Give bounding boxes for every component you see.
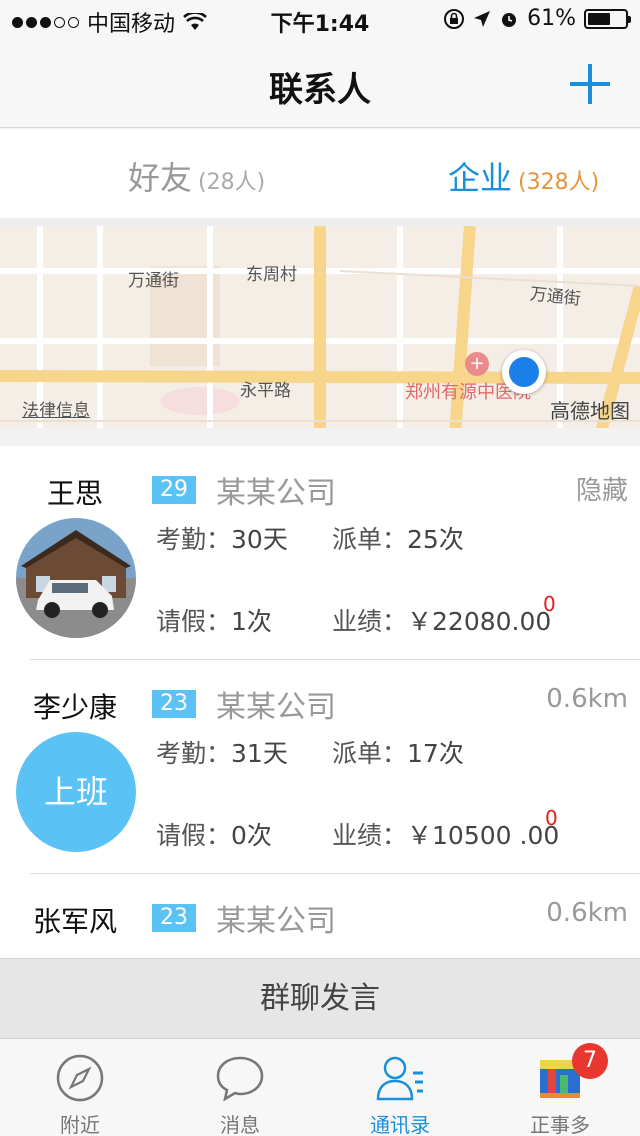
company-name: 某某公司	[216, 476, 336, 511]
performance-label: 业绩：	[332, 607, 408, 636]
performance-label: 业绩：	[332, 821, 408, 850]
attendance-label: 考勤：	[156, 739, 232, 768]
leave-value: 1次	[231, 607, 272, 636]
tab-friends[interactable]: 好友 (28人)	[128, 153, 265, 199]
age-badge: 23	[152, 690, 196, 718]
add-contact-button[interactable]	[570, 64, 610, 104]
map-roads	[0, 226, 640, 428]
leave-stat: 请假：1次	[156, 602, 272, 638]
tab-messages[interactable]: 消息	[160, 1039, 320, 1136]
unread-count: 0	[543, 592, 556, 616]
map-view[interactable]: 万通街 东周村 万通街 永平路 法律信息 + 郑州有源中医院 高德地图	[0, 218, 640, 428]
tab-nearby-label: 附近	[60, 1113, 100, 1136]
page-title: 联系人	[269, 70, 371, 110]
battery-level	[588, 12, 610, 25]
tab-contacts[interactable]: 通讯录	[320, 1039, 480, 1136]
tab-company-label: 企业	[448, 159, 513, 197]
tab-contacts-label: 通讯录	[370, 1113, 430, 1136]
attendance-stat: 考勤：30天	[156, 520, 288, 556]
rotation-lock-icon	[444, 8, 465, 29]
dispatch-value: 17次	[407, 739, 464, 768]
map-label: 法律信息	[22, 401, 90, 421]
chat-bubble-icon	[216, 1056, 264, 1102]
performance-stat: 业绩：￥10500 .00	[332, 816, 559, 852]
dispatch-stat: 派单：25次	[332, 520, 464, 556]
contact-list: 王思 29 某某公司 隐藏 考勤：30天 派单：25次 请假：1次 业绩：￥22…	[0, 446, 640, 958]
contact-name: 李少康	[32, 691, 117, 724]
battery-percent: 61%	[527, 6, 576, 31]
alarm-icon	[502, 12, 517, 27]
distance-label: 0.6km	[546, 684, 628, 714]
avatar[interactable]	[16, 518, 136, 638]
current-location-marker	[502, 350, 546, 394]
car-photo-icon	[16, 518, 136, 638]
unread-count: 0	[545, 806, 558, 830]
leave-label: 请假：	[156, 821, 232, 850]
map-label: 永平路	[240, 381, 291, 401]
map-brand: 高德地图	[550, 399, 630, 423]
tab-friends-count: (28人)	[198, 170, 266, 195]
bottom-tab-bar: 附近 消息 通讯录 7 正事多	[0, 1038, 640, 1136]
tab-app[interactable]: 7 正事多	[480, 1039, 640, 1136]
performance-stat: 业绩：￥22080.00	[332, 602, 551, 638]
contact-row[interactable]: 李少康 上班 23 某某公司 0.6km 考勤：31天 派单：17次 请假：0次…	[0, 660, 640, 874]
compass-icon	[56, 1054, 104, 1102]
contact-row[interactable]: 王思 29 某某公司 隐藏 考勤：30天 派单：25次 请假：1次 业绩：￥22…	[0, 446, 640, 660]
dispatch-label: 派单：	[332, 525, 408, 554]
map-label: 万通街	[128, 271, 179, 291]
map-label: 万通街	[528, 284, 582, 310]
battery-icon	[584, 8, 631, 29]
tab-friends-label: 好友	[128, 159, 193, 197]
nav-bar: 联系人	[0, 40, 640, 128]
notification-badge: 7	[572, 1043, 608, 1079]
performance-value: ￥10500 .00	[407, 821, 560, 850]
contact-row[interactable]: 张军风 23 某某公司 0.6km	[0, 874, 640, 958]
leave-label: 请假：	[156, 607, 232, 636]
contact-name: 张军风	[32, 905, 117, 938]
dispatch-value: 25次	[407, 525, 464, 554]
dispatch-label: 派单：	[332, 739, 408, 768]
avatar[interactable]: 上班	[16, 732, 136, 852]
contacts-icon	[376, 1056, 423, 1101]
attendance-label: 考勤：	[156, 525, 232, 554]
group-chat-button[interactable]: 群聊发言	[0, 958, 640, 1038]
hide-button[interactable]: 隐藏	[576, 470, 628, 507]
attendance-value: 31天	[231, 739, 288, 768]
tab-nearby[interactable]: 附近	[0, 1039, 160, 1136]
dispatch-stat: 派单：17次	[332, 734, 464, 770]
performance-value: ￥22080.00	[407, 607, 552, 636]
tab-company[interactable]: 企业 (328人)	[448, 153, 599, 199]
tab-company-count: (328人)	[518, 170, 600, 195]
leave-value: 0次	[231, 821, 272, 850]
tab-messages-label: 消息	[220, 1113, 260, 1136]
map-label: 东周村	[246, 265, 297, 285]
segment-tabs: 好友 (28人) 企业 (328人)	[0, 129, 640, 218]
contact-name: 王思	[46, 477, 103, 510]
status-right: 61%	[443, 6, 631, 31]
company-name: 某某公司	[216, 690, 336, 725]
leave-stat: 请假：0次	[156, 816, 272, 852]
status-bar: 中国移动 下午1:44 61%	[0, 0, 640, 40]
tab-app-label: 正事多	[530, 1113, 590, 1136]
hospital-icon: +	[465, 352, 489, 376]
age-badge: 29	[152, 476, 196, 504]
attendance-stat: 考勤：31天	[156, 734, 288, 770]
location-arrow-icon	[474, 10, 491, 27]
age-badge: 23	[152, 904, 196, 932]
attendance-value: 30天	[231, 525, 288, 554]
distance-label: 0.6km	[546, 898, 628, 928]
company-name: 某某公司	[216, 904, 336, 939]
